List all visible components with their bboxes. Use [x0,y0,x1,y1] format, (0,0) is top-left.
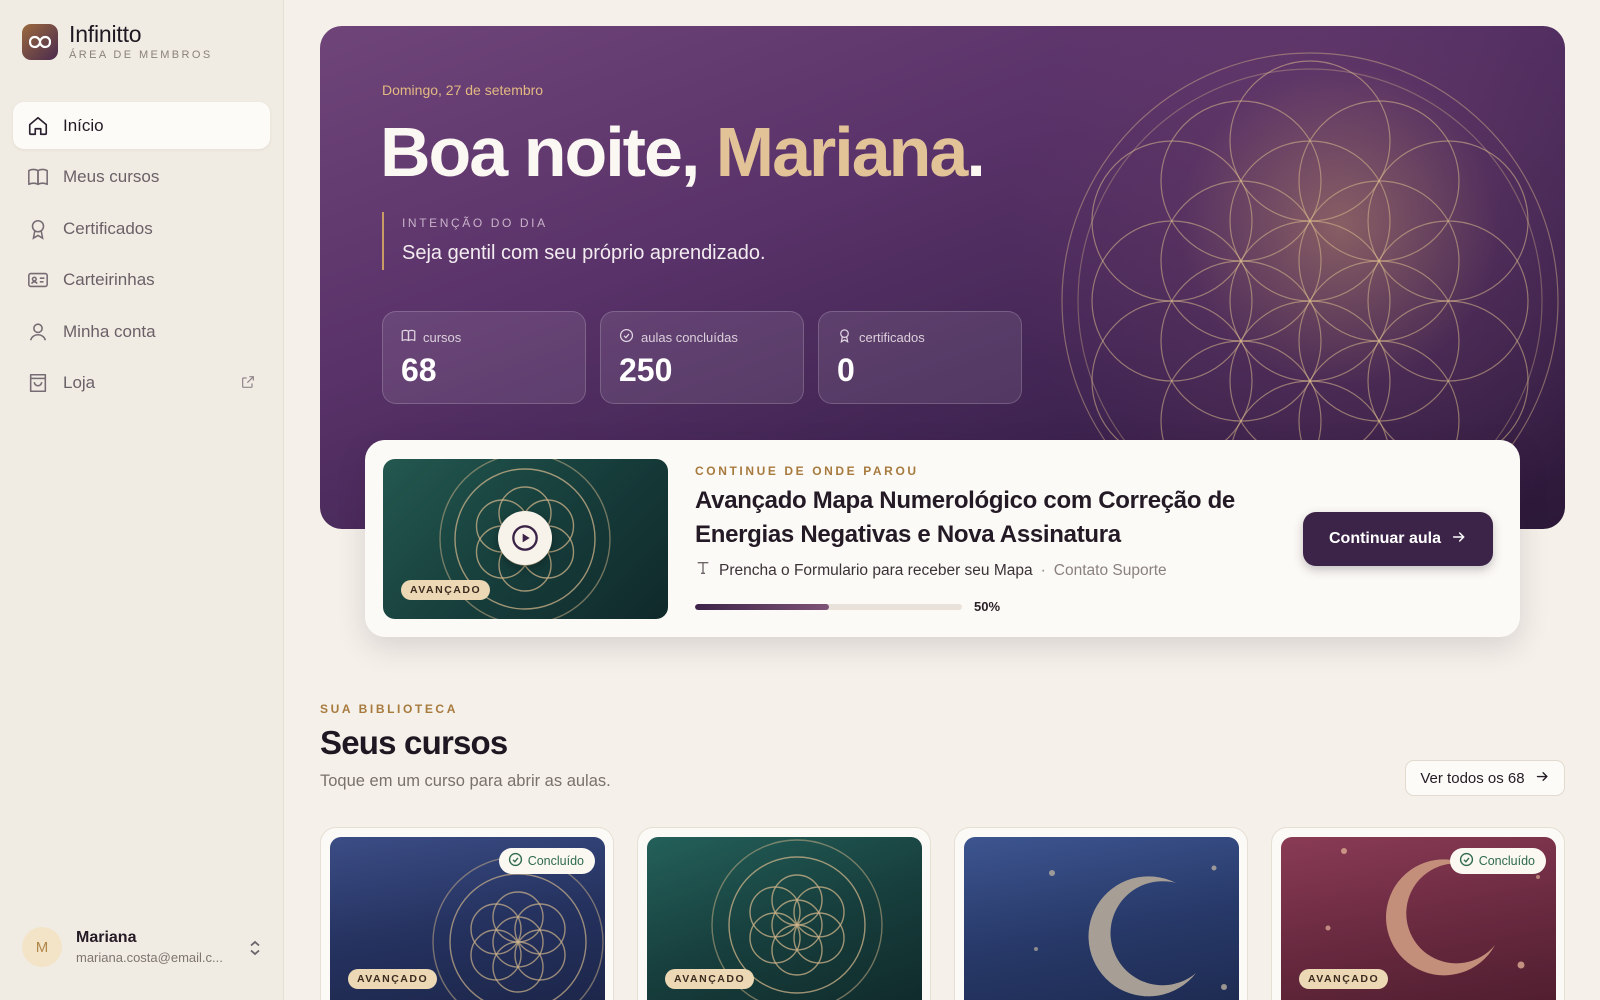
user-email: mariana.costa@email.c... [76,950,223,965]
nav-item-carteirinhas[interactable]: Carteirinhas [13,257,270,304]
stat-label: cursos [423,329,462,345]
user-name: Mariana [76,929,137,946]
greeting-text: Boa noite, [380,113,716,191]
lesson-title: Prencha o Formulario para receber seu Ma… [719,561,1033,579]
text-type-icon [695,560,711,581]
course-cover: Concluído AVANÇADO [1281,837,1556,1000]
level-badge: AVANÇADO [665,969,755,989]
level-badge: AVANÇADO [1299,969,1389,989]
nav-label: Carteirinhas [63,270,155,289]
stat-label: certificados [859,329,925,345]
brand-subtitle: ÁREA DE MEMBROS [69,49,213,61]
library-eyebrow: SUA BIBLIOTECA [320,702,458,716]
stat-value: 68 [401,352,437,388]
module-name: Contato Suporte [1053,561,1167,579]
play-icon [512,525,538,551]
greeting-punct: . [966,113,986,191]
course-title[interactable]: Avançado Mapa Numerológico com Correção … [695,484,1255,552]
stat-card-lessons: aulas concluídas 250 [600,311,804,404]
nav-item-meus-cursos[interactable]: Meus cursos [13,154,270,201]
course-cover: AVANÇADO [647,837,922,1000]
continue-lesson-button[interactable]: Continuar aula [1303,512,1493,566]
id-card-icon [27,269,49,291]
check-circle-icon [508,852,523,870]
play-button[interactable] [498,511,552,565]
stat-value: 0 [837,352,855,388]
nav-label: Certificados [63,218,153,238]
nav-item-minha-conta[interactable]: Minha conta [13,308,270,355]
level-badge: AVANÇADO [348,969,438,989]
stat-value: 250 [619,352,673,388]
nav-item-inicio[interactable]: Início [13,102,270,149]
nav-label: Início [63,115,104,135]
course-cover [964,837,1239,1000]
shopping-bag-icon [27,372,49,394]
level-badge: AVANÇADO [401,580,491,600]
external-link-icon [240,374,256,395]
button-label: Continuar aula [1328,530,1441,547]
greeting-title: Boa noite, Mariana. [380,112,986,192]
award-icon [27,218,49,240]
infinity-icon [22,23,58,60]
nav-label: Meus cursos [63,167,160,186]
award-icon [837,328,852,346]
library-subtitle: Toque em um curso para abrir as aulas. [320,772,611,790]
chevron-up-down-icon[interactable] [248,939,262,962]
avatar: M [22,927,62,967]
arrow-right-icon [1535,769,1550,788]
user-menu[interactable]: M Mariana mariana.costa@email.c... [22,927,262,967]
course-card[interactable]: Concluído AVANÇADO [320,827,614,1000]
continue-eyebrow: CONTINUE DE ONDE PAROU [695,464,919,478]
status-badge: Concluído [1449,848,1546,874]
nav-item-loja[interactable]: Loja [13,360,270,407]
course-card[interactable]: AVANÇADO [637,827,931,1000]
meta-separator: · [1040,561,1046,579]
book-icon [401,328,416,346]
home-icon [27,115,49,137]
status-label: Concluído [527,854,584,868]
arrow-right-icon [1451,529,1467,550]
lesson-meta: Prencha o Formulario para receber seu Ma… [695,560,1167,581]
check-circle-icon [1459,852,1474,870]
library-title: Seus cursos [320,724,508,761]
check-circle-icon [619,328,634,346]
book-icon [27,166,49,188]
progress-percent: 50% [974,599,1001,614]
course-card[interactable] [954,827,1248,1000]
main-nav: Início Meus cursos Certificados Carteiri… [13,102,270,411]
nav-label: Minha conta [63,321,156,341]
nav-label: Loja [63,373,96,392]
progress-bar [695,604,962,610]
user-icon [27,321,49,343]
course-cover: Concluído AVANÇADO [330,837,605,1000]
button-label: Ver todos os 68 [1420,769,1525,787]
continue-lesson-card[interactable]: AVANÇADO CONTINUE DE ONDE PAROU Avançado… [365,440,1520,637]
status-badge: Concluído [498,848,595,874]
sidebar: Infinitto ÁREA DE MEMBROS Início Meus cu… [0,0,284,1000]
intention-text: Seja gentil com seu próprio aprendizado. [402,242,766,264]
progress-fill [695,604,829,610]
lesson-thumbnail[interactable]: AVANÇADO [383,459,668,619]
stat-label: aulas concluídas [641,329,738,345]
stat-card-certificates: certificados 0 [818,311,1022,404]
status-label: Concluído [1478,854,1535,868]
greeting-name: Mariana [715,113,969,191]
moon-icon [1034,865,1227,997]
brand-name: Infinitto [69,21,142,47]
stat-card-courses: cursos 68 [382,311,586,404]
intention-label: INTENÇÃO DO DIA [402,216,548,230]
current-date: Domingo, 27 de setembro [382,82,544,98]
brand[interactable]: Infinitto ÁREA DE MEMBROS [22,22,213,61]
nav-item-certificados[interactable]: Certificados [13,205,270,252]
course-card[interactable]: Concluído AVANÇADO [1271,827,1565,1000]
daily-intention: INTENÇÃO DO DIA Seja gentil com seu próp… [382,212,766,270]
see-all-courses-button[interactable]: Ver todos os 68 [1405,760,1565,796]
